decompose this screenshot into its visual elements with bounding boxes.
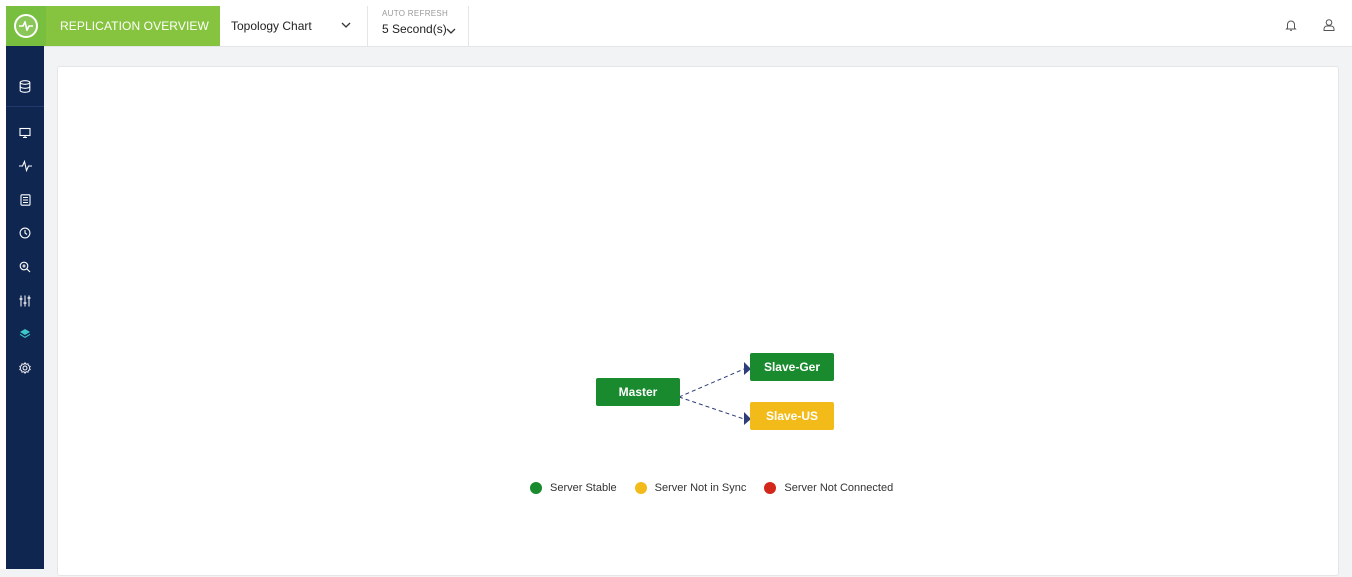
node-slave-us[interactable]: Slave-US [750, 402, 834, 430]
view-select[interactable]: Topology Chart [220, 6, 368, 46]
layers-icon[interactable] [18, 327, 32, 341]
sidebar-divider [6, 106, 44, 107]
monitor-icon[interactable] [18, 126, 32, 140]
not-connected-dot-icon [764, 482, 777, 494]
document-icon[interactable] [18, 193, 32, 207]
database-icon[interactable] [18, 79, 32, 93]
status-legend: Server Stable Server Not in Sync Server … [530, 480, 911, 496]
sliders-icon[interactable] [18, 294, 32, 308]
node-master[interactable]: Master [596, 378, 680, 406]
pulse-logo-icon [14, 14, 38, 38]
topology-panel: Master Slave-Ger Slave-US Server Stable … [57, 66, 1339, 576]
chevron-down-icon [446, 28, 456, 34]
topology-links [678, 362, 751, 425]
auto-refresh-label: AUTO REFRESH [382, 9, 449, 18]
link-master-slave-ger [678, 368, 745, 398]
auto-refresh-select[interactable]: AUTO REFRESH 5 Second(s) [369, 6, 469, 46]
top-bar: REPLICATION OVERVIEW Topology Chart AUTO… [0, 0, 1352, 47]
stable-dot-icon [530, 482, 542, 494]
sidebar [0, 46, 44, 569]
node-slave-ger[interactable]: Slave-Ger [750, 353, 834, 381]
gear-icon[interactable] [18, 361, 32, 375]
legend-item-not-in-sync: Server Not in Sync [634, 482, 747, 494]
legend-label: Server Not Connected [784, 482, 894, 494]
legend-label: Server Stable [550, 482, 617, 494]
page-title: REPLICATION OVERVIEW [46, 6, 220, 46]
app-logo[interactable] [6, 6, 46, 46]
not-in-sync-dot-icon [634, 482, 647, 494]
zoom-icon[interactable] [18, 260, 32, 274]
pulse-icon[interactable] [18, 159, 32, 173]
user-icon[interactable] [1322, 18, 1336, 32]
legend-label: Server Not in Sync [654, 482, 747, 494]
bell-icon[interactable] [1284, 18, 1298, 32]
clock-icon[interactable] [18, 226, 32, 240]
legend-item-stable: Server Stable [530, 482, 617, 494]
chevron-down-icon [341, 22, 351, 28]
view-select-value: Topology Chart [231, 19, 312, 33]
link-master-slave-us [678, 396, 745, 420]
legend-item-not-connected: Server Not Connected [764, 482, 893, 494]
